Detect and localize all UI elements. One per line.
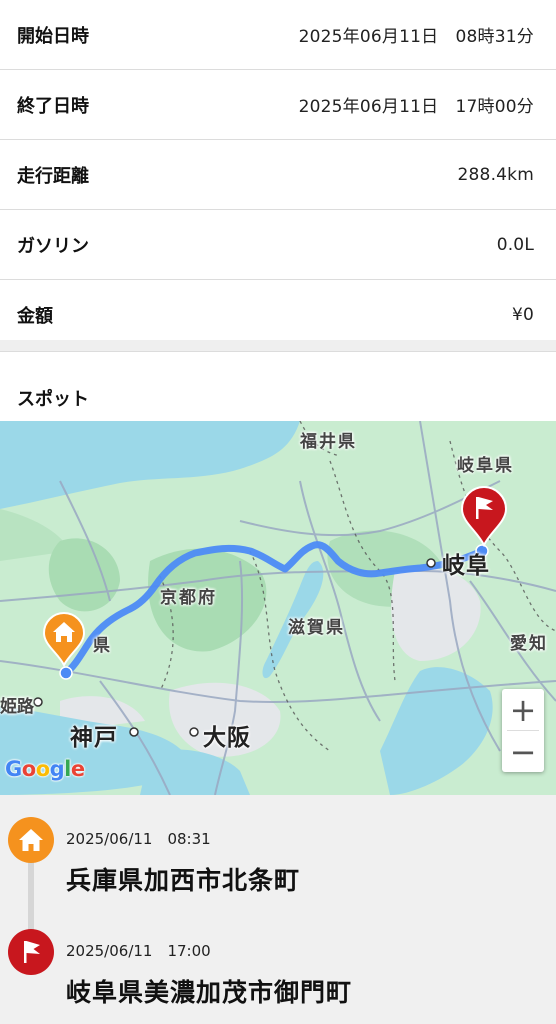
- spot-section-title: スポット: [17, 389, 89, 410]
- map-label-shiga: 滋賀県: [288, 618, 345, 638]
- map-label-fukui: 福井県: [300, 432, 357, 452]
- zoom-controls: + −: [502, 689, 544, 772]
- timeline-start-time: 2025/06/11 08:31: [66, 830, 211, 848]
- info-value: ¥0: [511, 305, 534, 325]
- info-value: 0.0L: [496, 234, 534, 255]
- spot-timeline: 2025/06/11 08:31 兵庫県加西市北条町 2025/06/11 17…: [0, 795, 556, 1024]
- info-label: 金額: [17, 306, 53, 327]
- start-marker-home-icon[interactable]: [42, 611, 86, 667]
- timeline-start-home-icon: [8, 817, 54, 863]
- map-label-osaka: 大阪: [203, 725, 251, 751]
- timeline-end-time: 2025/06/11 17:00: [66, 942, 211, 960]
- route-map[interactable]: 福井県 岐阜県 岐阜 京都府 滋賀県 愛知 県 姫路 神戸 大阪: [0, 421, 556, 795]
- info-value: 2025年06月11日 08時31分: [298, 27, 534, 47]
- info-value: 2025年06月11日 17時00分: [298, 97, 534, 117]
- zoom-out-button[interactable]: −: [502, 731, 544, 772]
- map-label-kyoto: 京都府: [160, 588, 217, 608]
- info-row-end-time: 終了日時 2025年06月11日 17時00分: [0, 70, 556, 140]
- section-divider: [0, 340, 556, 352]
- google-logo[interactable]: Google: [5, 757, 85, 781]
- timeline-start-place[interactable]: 兵庫県加西市北条町: [66, 861, 300, 897]
- info-value: 288.4km: [457, 164, 534, 185]
- map-label-gifu-pref: 岐阜県: [457, 456, 514, 476]
- zoom-in-button[interactable]: +: [502, 689, 544, 730]
- info-label: 開始日時: [17, 25, 89, 47]
- end-marker-flag-icon[interactable]: [460, 485, 508, 547]
- map-label-hyogo-partial: 県: [93, 636, 112, 656]
- map-label-gifu-city: 岐阜: [442, 553, 490, 579]
- map-label-aichi: 愛知: [510, 634, 548, 654]
- map-label-kobe: 神戸: [70, 725, 118, 751]
- timeline-end-place[interactable]: 岐阜県美濃加茂市御門町: [66, 973, 352, 1009]
- info-row-gasoline: ガソリン 0.0L: [0, 210, 556, 280]
- info-label: 終了日時: [17, 95, 89, 117]
- map-label-himeji-partial: 姫路: [0, 697, 34, 717]
- info-row-start-time: 開始日時 2025年06月11日 08時31分: [0, 0, 556, 70]
- info-row-distance: 走行距離 288.4km: [0, 140, 556, 210]
- info-label: 走行距離: [17, 165, 89, 187]
- info-label: ガソリン: [17, 235, 89, 257]
- timeline-end-flag-icon: [8, 929, 54, 975]
